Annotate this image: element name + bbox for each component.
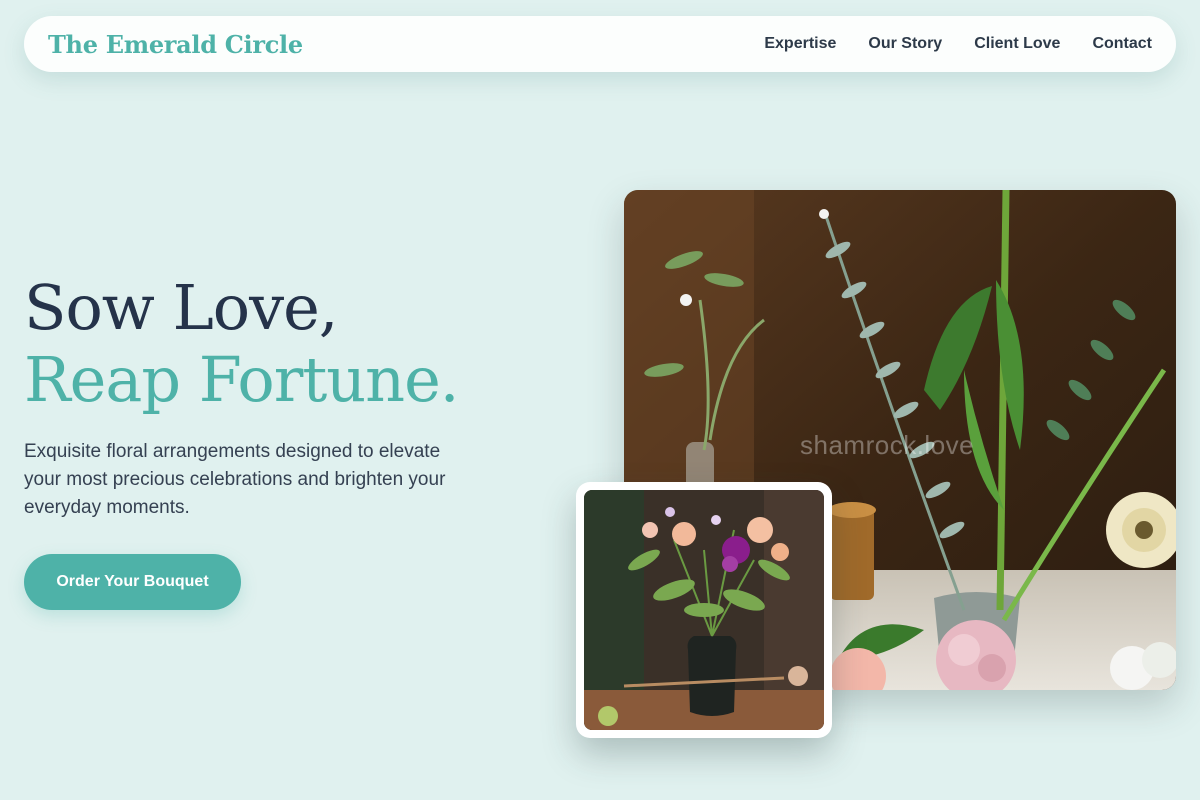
nav-link-contact[interactable]: Contact xyxy=(1092,35,1152,53)
nav-menu: Expertise Our Story Client Love Contact xyxy=(764,35,1152,53)
hero-subtitle: Exquisite floral arrangements designed t… xyxy=(24,441,446,518)
nav-link-expertise[interactable]: Expertise xyxy=(764,35,836,53)
nav-link-client-love[interactable]: Client Love xyxy=(974,35,1060,53)
hero-title: Sow Love, Reap Fortune. xyxy=(24,271,460,416)
brand-logo[interactable]: The Emerald Circle xyxy=(48,30,303,59)
inset-bouquet-photo-frame xyxy=(584,490,824,730)
photo-watermark: shamrock.love xyxy=(800,430,975,460)
hero-title-line1: Sow Love, xyxy=(24,271,339,344)
top-navbar: The Emerald Circle Expertise Our Story C… xyxy=(24,16,1176,72)
order-bouquet-button[interactable]: Order Your Bouquet xyxy=(24,554,241,610)
nav-link-our-story[interactable]: Our Story xyxy=(868,35,942,53)
hero-title-line2: Reap Fortune. xyxy=(24,343,460,416)
inset-bouquet-photo xyxy=(576,482,832,738)
bouquet-vase-illustration xyxy=(584,490,824,730)
